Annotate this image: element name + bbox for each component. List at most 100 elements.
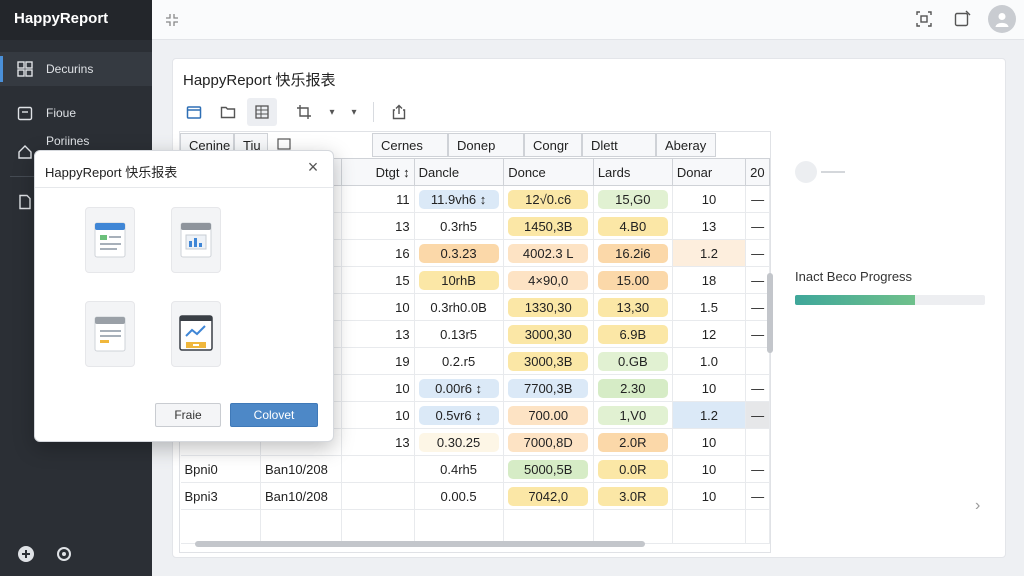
confirm-button[interactable]: Colovet [230,403,318,427]
table-view-icon[interactable] [247,98,277,126]
progress-label: Inact Beco Progress [795,269,913,284]
table-cell: 15,G0 [597,189,668,209]
table-cell: 13 [341,428,415,456]
column-header[interactable]: Lards [592,158,673,186]
group-header[interactable]: Aberay [656,133,716,157]
sidebar-item-label: Decurins [46,62,94,76]
table-cell: 0.0R [597,459,668,479]
sidebar-item-label: Fioue [46,106,77,120]
horizontal-scrollbar[interactable] [183,539,753,549]
add-circle-icon[interactable] [16,544,36,564]
toolbar-divider [373,102,374,122]
table-cell: 18 [672,266,747,294]
table-cell: 0.GB [597,351,668,371]
table-cell: 3.0R [597,486,668,506]
column-header[interactable]: Dtgt ↕ [340,158,415,186]
toolbar: ▾ ▾ [179,97,414,127]
folder-icon[interactable] [213,98,243,126]
table-cell: Ban10/208 [260,482,342,510]
table-cell: 7700,3B [508,378,589,398]
table-cell: 0.3.23 [418,243,499,263]
cancel-button[interactable]: Fraie [155,403,221,427]
screenshot-icon[interactable] [912,7,936,31]
sidebar-item-fioue[interactable]: Fioue [0,96,152,130]
table-cell: 0.3rh0.0B [430,299,487,315]
top-actions [912,5,1016,33]
table-cell [341,482,415,510]
column-header[interactable]: Donce [503,158,594,186]
table-cell: 0.00.5 [440,488,477,504]
vertical-scrollbar[interactable] [765,133,775,533]
table-cell: 0.30.25 [418,432,499,452]
export-icon[interactable] [384,98,414,126]
avatar[interactable] [988,5,1016,33]
folder-open-icon[interactable] [179,98,209,126]
table-row[interactable]: Bpni3 Ban10/208 0.00.5 7042,0 3.0R 10 — [180,482,770,510]
table-cell: 1.2 [672,401,747,429]
table-cell: 4002.3 L [508,243,589,263]
table-cell: 3000,30 [508,324,589,344]
column-header[interactable]: Dancle [413,158,505,186]
table-cell: 10 [341,374,415,402]
chevron-down-icon[interactable]: ▾ [345,98,363,126]
document-icon [16,193,34,211]
table-cell: 10 [341,401,415,429]
table-cell: 1.2 [672,239,747,267]
page-title: HappyReport 快乐报表 [183,72,336,89]
table-cell: 1.5 [672,293,747,321]
table-cell: 0.5vr6 ↕ [418,405,499,425]
table-cell: 16 [341,239,415,267]
scrollbar-thumb[interactable] [195,541,645,547]
user-icon [795,161,817,183]
sidebar-item-dashboard[interactable]: Decurins [0,52,152,86]
progress-bar [795,295,985,305]
table-cell: 5000,5B [508,459,589,479]
table-cell: 10 [672,428,747,456]
top-bar [152,0,1024,40]
crop-icon[interactable] [289,98,319,126]
app-brand: HappyReport [0,0,152,40]
settings-icon[interactable] [54,544,74,564]
chevron-down-icon[interactable]: ▾ [323,98,341,126]
table-cell: 15 [341,266,415,294]
table-cell [341,455,415,483]
table-cell: 4×90,0 [508,270,589,290]
table-cell: Ban10/208 [260,455,342,483]
scrollbar-thumb[interactable] [767,273,773,353]
table-cell: 10 [672,185,747,213]
group-header[interactable]: Congr [524,133,582,157]
table-cell: 10rhB [418,270,499,290]
dialog-divider [35,187,333,188]
column-header[interactable]: Donar [671,158,747,186]
sidebar-footer [16,544,74,564]
table-cell: 12 [672,320,747,348]
chart-file-tile[interactable] [171,207,221,273]
table-cell: 10 [672,455,747,483]
home-icon [16,143,34,161]
blue-document-icon [94,222,126,258]
group-header[interactable]: Cernes [372,133,448,157]
chevron-right-icon[interactable]: › [975,497,980,515]
calendar-icon [16,104,34,122]
table-row[interactable]: Bpni0 Ban10/208 0.4rh5 5000,5B 0.0R 10 — [180,455,770,483]
table-cell: 19 [341,347,415,375]
table-cell: 10 [672,482,747,510]
report-file-tile[interactable] [85,207,135,273]
close-icon[interactable]: × [303,157,323,177]
table-cell: 11.9vh6 ↕ [418,189,499,209]
dashboard-file-tile[interactable] [171,301,221,367]
table-cell: 7042,0 [508,486,589,506]
table-cell: 0.3rh5 [440,218,478,234]
progress-fill [795,295,915,305]
window-icon[interactable] [950,7,974,31]
sheet-file-tile[interactable] [85,301,135,367]
group-header[interactable]: Donep [448,133,524,157]
table-cell: 16.2i6 [597,243,668,263]
expand-icon[interactable] [152,0,192,40]
placeholder-line [821,171,845,173]
table-cell: 11 [341,185,415,213]
table-cell: 3000,3B [508,351,589,371]
dialog-title: HappyReport 快乐报表 [45,165,178,180]
group-header[interactable]: Dlett [582,133,656,157]
table-cell: 10 [672,374,747,402]
